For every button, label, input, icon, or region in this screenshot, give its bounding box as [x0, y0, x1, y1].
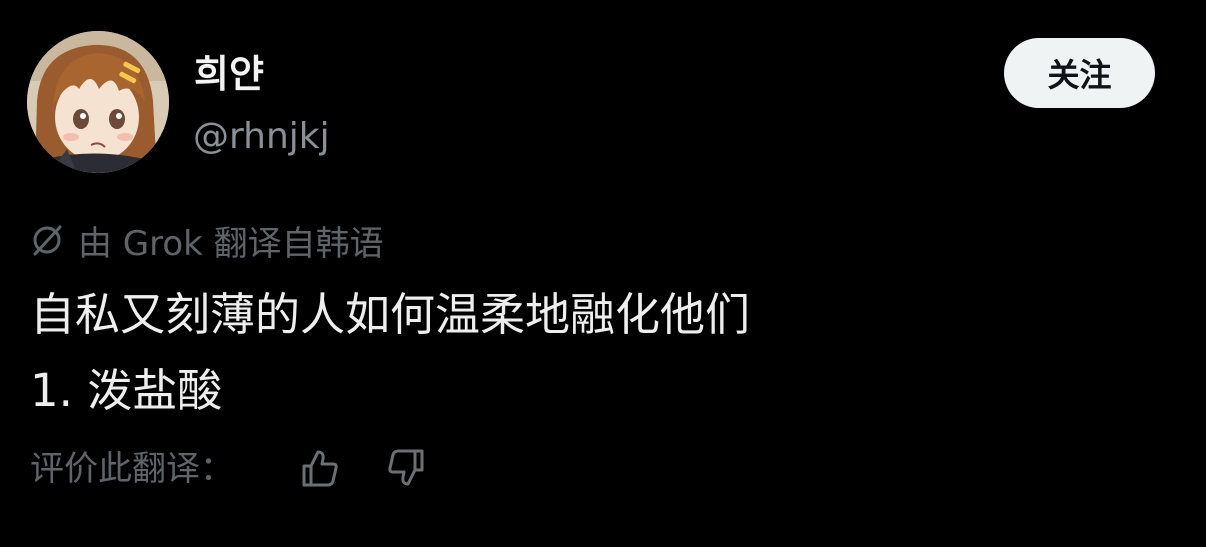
translation-note-text: 由 Grok 翻译自韩语	[78, 223, 384, 264]
grok-icon	[33, 225, 62, 256]
tweet-text-line-1: 自私又刻薄的人如何温柔地融化他们	[30, 288, 751, 341]
avatar-image	[27, 31, 169, 173]
user-handle[interactable]: @rhnjkj	[193, 112, 330, 162]
avatar[interactable]	[27, 31, 169, 173]
tweet-text-line-2: 1. 泼盐酸	[30, 364, 223, 417]
thumb-down-icon[interactable]	[384, 446, 428, 490]
display-name[interactable]: 희얀	[194, 48, 264, 100]
thumb-up-icon[interactable]	[298, 446, 342, 490]
rate-translation-label: 评价此翻译：	[30, 449, 234, 489]
follow-button[interactable]: 关注	[1004, 38, 1155, 108]
translation-note: 由 Grok 翻译自韩语	[30, 214, 384, 266]
